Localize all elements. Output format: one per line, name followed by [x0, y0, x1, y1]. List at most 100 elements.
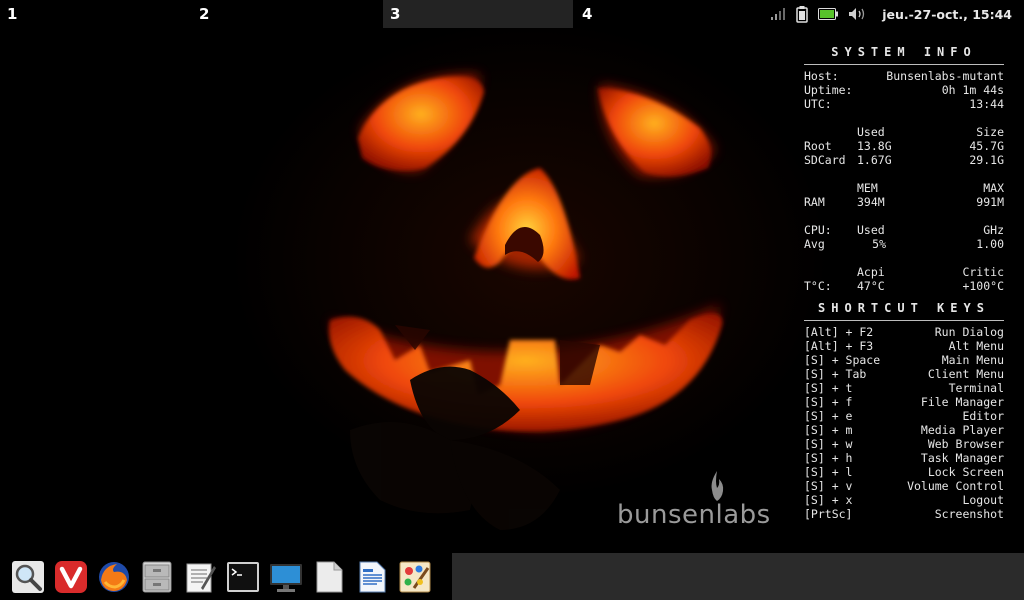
disk-row-sdcard: SDCard 1.67G 29.1G — [804, 153, 1004, 167]
shortcut-keys: [S] + f — [804, 395, 853, 409]
shortcut-action: Media Player — [920, 423, 1004, 437]
utc-value: 13:44 — [969, 97, 1004, 111]
disk-header-row: Used Size — [804, 125, 1004, 139]
workspace-4-button[interactable]: 4 — [575, 0, 765, 28]
shortcut-action: Volume Control — [907, 479, 1004, 493]
shortcut-keys: [S] + Space — [804, 353, 881, 367]
clipboard-icon[interactable] — [796, 5, 808, 23]
shortcut-row: [Alt] + F3 Alt Menu — [804, 339, 1004, 353]
conky-system-monitor: SYSTEM INFO Host: Bunsenlabs-mutant Upti… — [804, 40, 1004, 521]
divider — [804, 64, 1004, 65]
shortcut-action: Main Menu — [941, 353, 1004, 367]
disk-used: 13.8G — [857, 139, 892, 153]
ram-max: 991M — [976, 195, 1004, 209]
taskbar[interactable] — [452, 553, 1024, 600]
vivaldi-browser-icon[interactable] — [53, 559, 88, 594]
shortcut-row: [PrtSc] Screenshot — [804, 507, 1004, 521]
temp-acpi: 47°C — [857, 279, 885, 293]
shortcut-row: [S] + l Lock Screen — [804, 465, 1004, 479]
temp-header-row: Acpi Critic — [804, 265, 1004, 279]
shortcut-row: [S] + v Volume Control — [804, 479, 1004, 493]
paint-app-icon[interactable] — [397, 559, 432, 594]
divider — [804, 320, 1004, 321]
blank-document-icon[interactable] — [311, 559, 346, 594]
uptime-value: 0h 1m 44s — [941, 83, 1004, 97]
shortcut-row: [S] + m Media Player — [804, 423, 1004, 437]
shortcut-row: [S] + x Logout — [804, 493, 1004, 507]
cpu-label: CPU: — [804, 223, 832, 237]
shortcut-keys: [S] + t — [804, 381, 853, 395]
host-label: Host: — [804, 69, 839, 83]
system-tray: jeu.-27-oct., 15:44 — [770, 0, 1024, 28]
host-row: Host: Bunsenlabs-mutant — [804, 69, 1004, 83]
shortcut-row: [S] + Tab Client Menu — [804, 367, 1004, 381]
shortcut-action: Alt Menu — [948, 339, 1004, 353]
shortcut-action: File Manager — [920, 395, 1004, 409]
display-settings-icon[interactable] — [268, 559, 303, 594]
terminal-icon[interactable] — [225, 559, 260, 594]
shortcut-action: Client Menu — [927, 367, 1004, 381]
disk-size-header: Size — [976, 125, 1004, 139]
shortcut-action: Terminal — [948, 381, 1004, 395]
shortcut-row: [S] + e Editor — [804, 409, 1004, 423]
search-app-icon[interactable] — [10, 559, 45, 594]
temp-critic: +100°C — [962, 279, 1004, 293]
firefox-browser-icon[interactable] — [96, 559, 131, 594]
text-editor-icon[interactable] — [182, 559, 217, 594]
app-dock — [0, 553, 452, 600]
disk-used-header: Used — [857, 125, 885, 139]
shortcut-keys: [PrtSc] — [804, 507, 853, 521]
volume-icon[interactable] — [848, 7, 868, 21]
mem-header-row: MEM MAX — [804, 181, 1004, 195]
cpu-used: 5% — [872, 237, 886, 251]
shortcut-row: [Alt] + F2 Run Dialog — [804, 325, 1004, 339]
shortcut-list: [Alt] + F2 Run Dialog [Alt] + F3 Alt Menu … — [804, 325, 1004, 521]
shortcut-keys: [S] + h — [804, 451, 853, 465]
shortcut-keys: [S] + w — [804, 437, 853, 451]
ram-label: RAM — [804, 195, 825, 209]
top-panel: 1 2 3 4 jeu.-27-oct., 15:44 — [0, 0, 1024, 28]
critic-header: Critic — [962, 265, 1004, 279]
cpu-avg-label: Avg — [804, 237, 825, 251]
utc-row: UTC: 13:44 — [804, 97, 1004, 111]
ram-used: 394M — [857, 195, 885, 209]
shortcut-keys: [S] + l — [804, 465, 853, 479]
shortcut-keys: [Alt] + F3 — [804, 339, 874, 353]
uptime-label: Uptime: — [804, 83, 853, 97]
shortcut-keys: [S] + m — [804, 423, 853, 437]
file-manager-icon[interactable] — [139, 559, 174, 594]
shortcut-action: Lock Screen — [927, 465, 1004, 479]
host-value: Bunsenlabs-mutant — [886, 69, 1004, 83]
workspace-2-button[interactable]: 2 — [192, 0, 382, 28]
writer-document-icon[interactable] — [354, 559, 389, 594]
signal-icon[interactable] — [770, 8, 786, 20]
shortcut-row: [S] + h Task Manager — [804, 451, 1004, 465]
mem-header: MEM — [857, 181, 878, 195]
cpu-header-row: CPU: Used GHz — [804, 223, 1004, 237]
shortcut-keys: [S] + e — [804, 409, 853, 423]
system-info-heading: SYSTEM INFO — [831, 45, 977, 59]
flame-logo-icon — [711, 471, 724, 501]
uptime-row: Uptime: 0h 1m 44s — [804, 83, 1004, 97]
shortcut-keys: [Alt] + F2 — [804, 325, 874, 339]
battery-icon[interactable] — [818, 8, 839, 20]
shortcut-row: [S] + f File Manager — [804, 395, 1004, 409]
max-header: MAX — [983, 181, 1004, 195]
workspace-3-button[interactable]: 3 — [383, 0, 573, 28]
shortcut-action: Screenshot — [934, 507, 1004, 521]
workspace-1-button[interactable]: 1 — [0, 0, 190, 28]
shortcut-action: Task Manager — [920, 451, 1004, 465]
shortcut-action: Logout — [962, 493, 1004, 507]
disk-used: 1.67G — [857, 153, 892, 167]
acpi-header: Acpi — [857, 265, 885, 279]
cpu-row: Avg 5% 1.00 — [804, 237, 1004, 251]
disk-row-root: Root 13.8G 45.7G — [804, 139, 1004, 153]
disk-name: Root — [804, 139, 832, 153]
shortcut-action: Run Dialog — [934, 325, 1004, 339]
cpu-ghz: 1.00 — [976, 237, 1004, 251]
shortcut-keys: [S] + x — [804, 493, 853, 507]
shortcut-row: [S] + w Web Browser — [804, 437, 1004, 451]
cpu-ghz-header: GHz — [983, 223, 1004, 237]
clock[interactable]: jeu.-27-oct., 15:44 — [882, 7, 1012, 22]
shortcut-row: [S] + t Terminal — [804, 381, 1004, 395]
